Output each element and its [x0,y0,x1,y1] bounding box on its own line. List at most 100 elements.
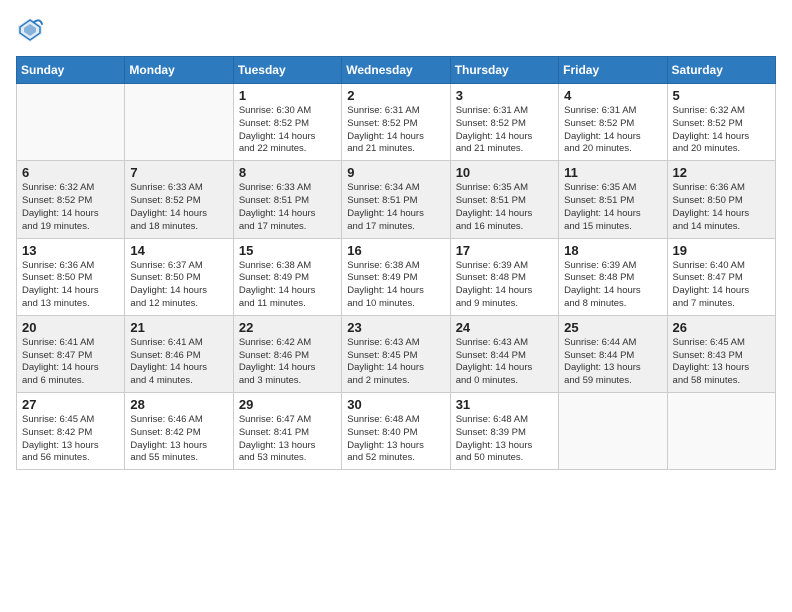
calendar-day-cell: 4 Sunrise: 6:31 AM Sunset: 8:52 PM Daylig… [559,84,667,161]
day-number: 18 [564,243,661,258]
day-detail: Sunrise: 6:31 AM Sunset: 8:52 PM Dayligh… [456,105,553,156]
day-number: 16 [347,243,444,258]
calendar-day-cell: 22 Sunrise: 6:42 AM Sunset: 8:46 PM Dayli… [233,315,341,392]
calendar-day-cell: 23 Sunrise: 6:43 AM Sunset: 8:45 PM Dayli… [342,315,450,392]
day-number: 21 [130,320,227,335]
day-number: 11 [564,165,661,180]
day-detail: Sunrise: 6:40 AM Sunset: 8:47 PM Dayligh… [673,260,770,311]
calendar-day-cell: 8Sunrise: 6:33 AM Sunset: 8:51 PM Daylig… [233,161,341,238]
day-detail: Sunrise: 6:45 AM Sunset: 8:43 PM Dayligh… [673,337,770,388]
day-number: 28 [130,397,227,412]
calendar-day-cell: 6 Sunrise: 6:32 AM Sunset: 8:52 PM Daylig… [17,161,125,238]
day-number: 8 [239,165,336,180]
day-detail: Sunrise: 6:35 AM Sunset: 8:51 PM Dayligh… [456,182,553,233]
calendar-day-cell: 9 Sunrise: 6:34 AM Sunset: 8:51 PM Daylig… [342,161,450,238]
calendar-day-cell: 15 Sunrise: 6:38 AM Sunset: 8:49 PM Dayli… [233,238,341,315]
calendar-header-row: SundayMondayTuesdayWednesdayThursdayFrid… [17,57,776,84]
day-detail: Sunrise: 6:38 AM Sunset: 8:49 PM Dayligh… [239,260,336,311]
day-number: 15 [239,243,336,258]
calendar-day-cell: 5 Sunrise: 6:32 AM Sunset: 8:52 PM Daylig… [667,84,775,161]
day-detail: Sunrise: 6:33 AM Sunset: 8:52 PM Dayligh… [130,182,227,233]
day-detail: Sunrise: 6:38 AM Sunset: 8:49 PM Dayligh… [347,260,444,311]
calendar-day-cell: 28 Sunrise: 6:46 AM Sunset: 8:42 PM Dayli… [125,393,233,470]
page-header [16,16,776,44]
day-detail: Sunrise: 6:41 AM Sunset: 8:47 PM Dayligh… [22,337,119,388]
calendar-day-cell: 25 Sunrise: 6:44 AM Sunset: 8:44 PM Dayli… [559,315,667,392]
day-number: 13 [22,243,119,258]
day-number: 25 [564,320,661,335]
day-detail: Sunrise: 6:31 AM Sunset: 8:52 PM Dayligh… [564,105,661,156]
calendar-day-cell [667,393,775,470]
calendar-day-cell: 2Sunrise: 6:31 AM Sunset: 8:52 PM Daylig… [342,84,450,161]
day-number: 20 [22,320,119,335]
day-detail: Sunrise: 6:43 AM Sunset: 8:45 PM Dayligh… [347,337,444,388]
day-number: 6 [22,165,119,180]
calendar-day-cell: 30Sunrise: 6:48 AM Sunset: 8:40 PM Dayli… [342,393,450,470]
day-detail: Sunrise: 6:45 AM Sunset: 8:42 PM Dayligh… [22,414,119,465]
calendar-day-cell: 1 Sunrise: 6:30 AM Sunset: 8:52 PM Daylig… [233,84,341,161]
day-number: 9 [347,165,444,180]
day-detail: Sunrise: 6:31 AM Sunset: 8:52 PM Dayligh… [347,105,444,156]
column-header-monday: Monday [125,57,233,84]
calendar-day-cell: 16 Sunrise: 6:38 AM Sunset: 8:49 PM Dayli… [342,238,450,315]
calendar-day-cell: 26 Sunrise: 6:45 AM Sunset: 8:43 PM Dayli… [667,315,775,392]
logo [16,16,48,44]
calendar-day-cell [17,84,125,161]
column-header-friday: Friday [559,57,667,84]
calendar-day-cell: 12 Sunrise: 6:36 AM Sunset: 8:50 PM Dayli… [667,161,775,238]
calendar-day-cell: 11Sunrise: 6:35 AM Sunset: 8:51 PM Dayli… [559,161,667,238]
day-number: 31 [456,397,553,412]
day-detail: Sunrise: 6:48 AM Sunset: 8:40 PM Dayligh… [347,414,444,465]
calendar-day-cell: 20 Sunrise: 6:41 AM Sunset: 8:47 PM Dayli… [17,315,125,392]
day-detail: Sunrise: 6:44 AM Sunset: 8:44 PM Dayligh… [564,337,661,388]
day-number: 12 [673,165,770,180]
calendar-day-cell: 17 Sunrise: 6:39 AM Sunset: 8:48 PM Dayli… [450,238,558,315]
day-number: 10 [456,165,553,180]
column-header-saturday: Saturday [667,57,775,84]
calendar-day-cell: 31 Sunrise: 6:48 AM Sunset: 8:39 PM Dayli… [450,393,558,470]
day-detail: Sunrise: 6:46 AM Sunset: 8:42 PM Dayligh… [130,414,227,465]
day-number: 3 [456,88,553,103]
day-detail: Sunrise: 6:30 AM Sunset: 8:52 PM Dayligh… [239,105,336,156]
calendar-day-cell: 29Sunrise: 6:47 AM Sunset: 8:41 PM Dayli… [233,393,341,470]
day-detail: Sunrise: 6:32 AM Sunset: 8:52 PM Dayligh… [22,182,119,233]
day-number: 4 [564,88,661,103]
day-detail: Sunrise: 6:36 AM Sunset: 8:50 PM Dayligh… [22,260,119,311]
calendar-day-cell: 19 Sunrise: 6:40 AM Sunset: 8:47 PM Dayli… [667,238,775,315]
calendar-day-cell: 21 Sunrise: 6:41 AM Sunset: 8:46 PM Dayli… [125,315,233,392]
day-number: 7 [130,165,227,180]
calendar-week-row: 1 Sunrise: 6:30 AM Sunset: 8:52 PM Daylig… [17,84,776,161]
day-number: 26 [673,320,770,335]
day-number: 1 [239,88,336,103]
column-header-thursday: Thursday [450,57,558,84]
calendar-week-row: 27 Sunrise: 6:45 AM Sunset: 8:42 PM Dayli… [17,393,776,470]
day-number: 17 [456,243,553,258]
calendar-week-row: 13 Sunrise: 6:36 AM Sunset: 8:50 PM Dayli… [17,238,776,315]
day-number: 23 [347,320,444,335]
calendar-day-cell [125,84,233,161]
day-number: 27 [22,397,119,412]
calendar-day-cell: 7 Sunrise: 6:33 AM Sunset: 8:52 PM Daylig… [125,161,233,238]
day-number: 22 [239,320,336,335]
calendar-day-cell: 24Sunrise: 6:43 AM Sunset: 8:44 PM Dayli… [450,315,558,392]
day-detail: Sunrise: 6:37 AM Sunset: 8:50 PM Dayligh… [130,260,227,311]
calendar-day-cell: 18 Sunrise: 6:39 AM Sunset: 8:48 PM Dayli… [559,238,667,315]
calendar-table: SundayMondayTuesdayWednesdayThursdayFrid… [16,56,776,470]
calendar-week-row: 20 Sunrise: 6:41 AM Sunset: 8:47 PM Dayli… [17,315,776,392]
day-detail: Sunrise: 6:32 AM Sunset: 8:52 PM Dayligh… [673,105,770,156]
day-detail: Sunrise: 6:39 AM Sunset: 8:48 PM Dayligh… [456,260,553,311]
logo-icon [16,16,44,44]
day-detail: Sunrise: 6:34 AM Sunset: 8:51 PM Dayligh… [347,182,444,233]
calendar-day-cell: 27 Sunrise: 6:45 AM Sunset: 8:42 PM Dayli… [17,393,125,470]
calendar-day-cell: 3 Sunrise: 6:31 AM Sunset: 8:52 PM Daylig… [450,84,558,161]
day-detail: Sunrise: 6:42 AM Sunset: 8:46 PM Dayligh… [239,337,336,388]
day-detail: Sunrise: 6:39 AM Sunset: 8:48 PM Dayligh… [564,260,661,311]
column-header-wednesday: Wednesday [342,57,450,84]
day-number: 19 [673,243,770,258]
calendar-day-cell: 13 Sunrise: 6:36 AM Sunset: 8:50 PM Dayli… [17,238,125,315]
day-detail: Sunrise: 6:41 AM Sunset: 8:46 PM Dayligh… [130,337,227,388]
day-detail: Sunrise: 6:36 AM Sunset: 8:50 PM Dayligh… [673,182,770,233]
day-number: 5 [673,88,770,103]
day-detail: Sunrise: 6:48 AM Sunset: 8:39 PM Dayligh… [456,414,553,465]
calendar-day-cell: 10 Sunrise: 6:35 AM Sunset: 8:51 PM Dayli… [450,161,558,238]
